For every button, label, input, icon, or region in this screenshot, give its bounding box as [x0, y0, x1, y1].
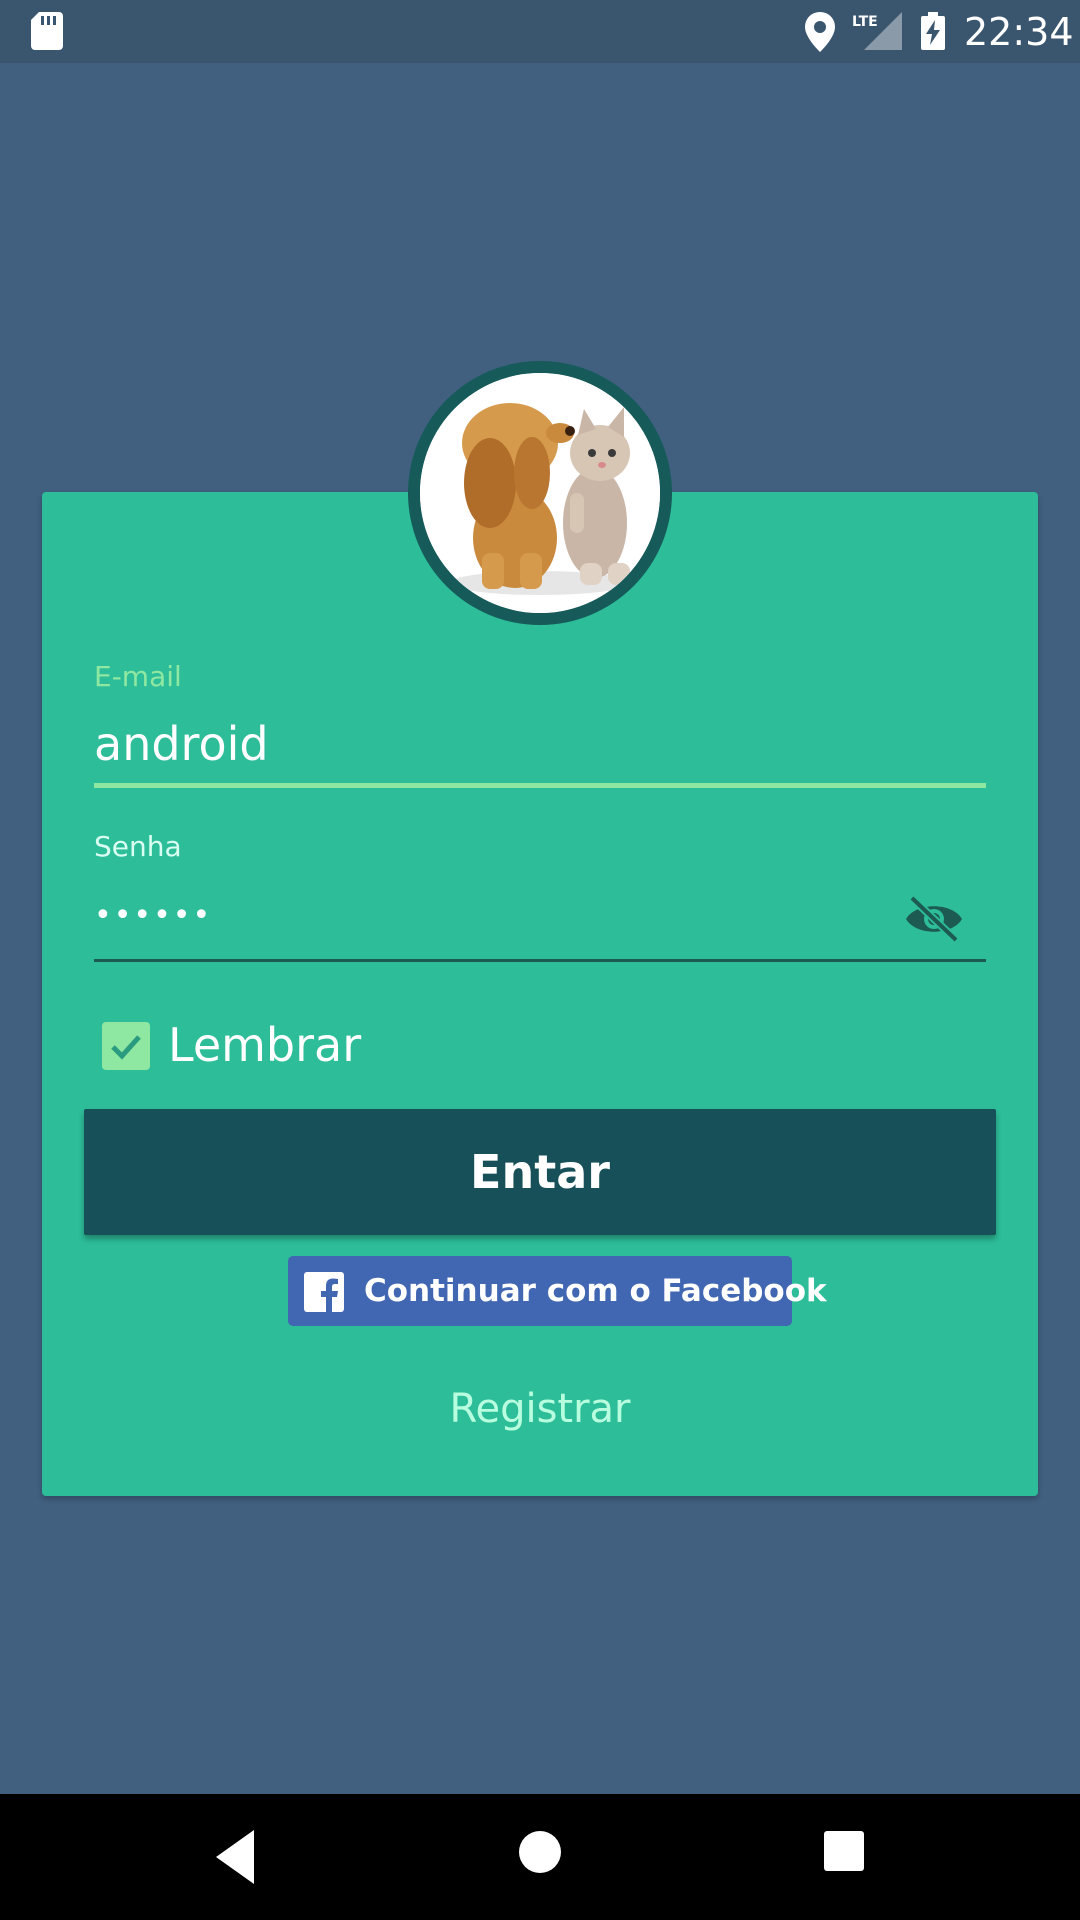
lte-signal-icon: LTE: [852, 12, 902, 50]
avatar: [408, 361, 672, 625]
login-card: E-mail android Senha •••••• Lembrar Enta…: [42, 492, 1038, 1496]
facebook-button-label: Continuar com o Facebook: [364, 1273, 827, 1309]
email-input[interactable]: android: [94, 714, 986, 774]
status-bar: LTE 22:34: [0, 0, 1080, 63]
location-icon: [805, 12, 835, 52]
back-icon[interactable]: [214, 1830, 258, 1884]
remember-checkbox[interactable]: [102, 1022, 150, 1070]
email-label: E-mail: [94, 660, 182, 693]
email-underline: [94, 783, 986, 788]
facebook-login-button[interactable]: Continuar com o Facebook: [288, 1256, 827, 1326]
password-label: Senha: [94, 830, 182, 863]
svg-text:LTE: LTE: [852, 14, 878, 30]
checkmark-icon: [111, 1035, 141, 1060]
password-input[interactable]: ••••••: [94, 886, 894, 946]
register-link[interactable]: Registrar: [42, 1386, 1038, 1432]
navigation-bar: [0, 1794, 1080, 1920]
login-button[interactable]: Entar: [84, 1109, 996, 1235]
visibility-off-icon[interactable]: [904, 894, 964, 944]
remember-label: Lembrar: [168, 1018, 362, 1072]
home-icon[interactable]: [518, 1830, 562, 1874]
recent-apps-icon[interactable]: [823, 1830, 865, 1872]
password-underline: [94, 959, 986, 962]
facebook-icon: [304, 1272, 344, 1312]
clock: 22:34: [964, 10, 1074, 54]
puppy-kitten-illustration: [420, 373, 660, 613]
sd-card-icon: [31, 12, 63, 50]
avatar-image: [420, 373, 660, 613]
battery-charging-icon: [921, 12, 945, 50]
